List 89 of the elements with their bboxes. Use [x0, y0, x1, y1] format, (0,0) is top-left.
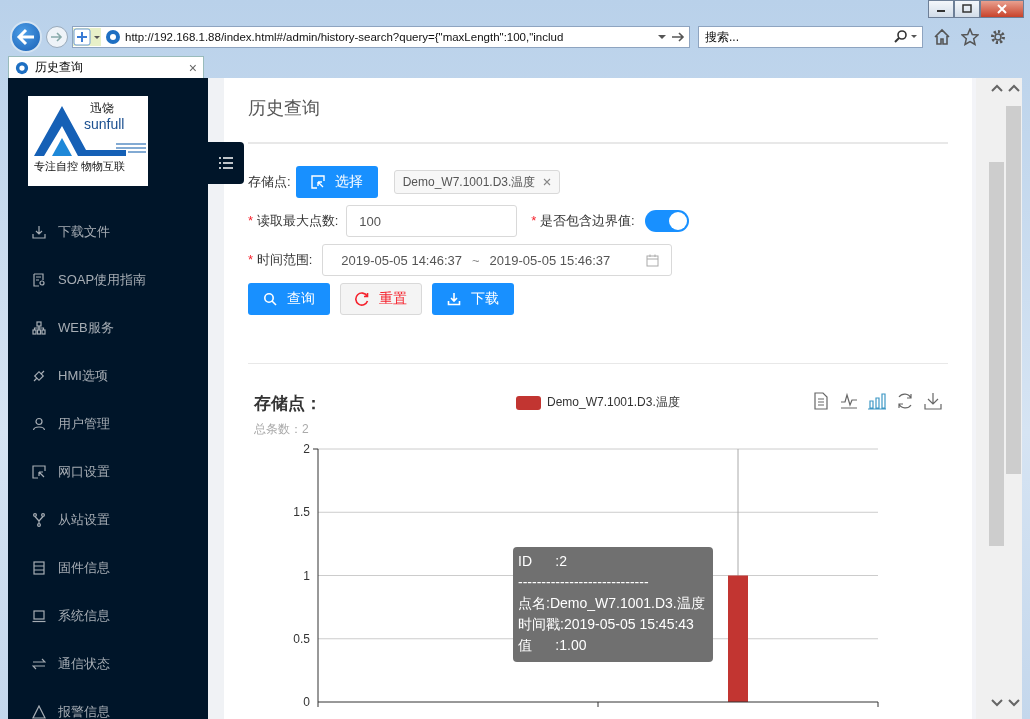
axis-tick-label: 0.5 — [293, 631, 310, 646]
sidebar-item[interactable]: 系统信息 — [8, 592, 208, 640]
forward-arrow-icon — [50, 31, 64, 43]
url-text: http://192.168.1.88/index.html#/admin/history-search?query={"maxLength":100,"includ — [125, 31, 565, 43]
user-icon — [32, 417, 46, 431]
close-button[interactable] — [980, 0, 1024, 18]
maximize-button[interactable] — [954, 0, 980, 18]
save-icon[interactable] — [924, 392, 942, 410]
select-icon — [32, 465, 46, 479]
tab-title: 历史查询 — [35, 59, 84, 76]
date-range-field[interactable]: 2019-05-05 14:46:37 ~ 2019-05-05 15:46:37 — [322, 244, 673, 276]
server-icon — [32, 561, 46, 575]
download-icon — [32, 225, 46, 239]
calendar-icon — [646, 253, 660, 267]
point-tag: Demo_W7.1001.D3.温度 — [393, 170, 561, 194]
line-icon[interactable] — [840, 392, 858, 410]
fork-icon — [32, 513, 46, 527]
network-icon — [32, 321, 46, 335]
axis-tick-label: 2 — [303, 442, 310, 456]
sidebar-item[interactable]: 固件信息 — [8, 544, 208, 592]
download-icon — [447, 292, 461, 306]
menu-toggle-button[interactable] — [208, 142, 244, 184]
search-field[interactable]: 搜索... — [698, 26, 923, 48]
settings-icon[interactable] — [989, 28, 1007, 46]
select-icon — [310, 175, 325, 189]
scroll-down-icon[interactable] — [990, 699, 1003, 707]
reset-icon — [355, 292, 369, 306]
tooltip-line: 值 :1.00 — [518, 636, 587, 655]
logo-slogan: 专注自控 物物互联 — [34, 159, 126, 174]
tooltip-line: ---------------------------- — [518, 573, 649, 592]
field-label: * 读取最大点数: — [248, 212, 339, 230]
bar-icon[interactable] — [868, 392, 886, 410]
shield-icon — [73, 28, 101, 46]
logo-text: 迅饶 — [90, 100, 114, 117]
axis-tick-label: 0 — [303, 695, 310, 709]
browser-logo-icon — [105, 29, 121, 45]
toggle-switch[interactable] — [644, 210, 689, 232]
tooltip-line: 点名:Demo_W7.1001.D3.温度 — [518, 594, 705, 613]
dropdown-caret-icon[interactable] — [657, 33, 667, 41]
swap-icon — [32, 657, 46, 671]
minimize-button[interactable] — [928, 0, 954, 18]
browser-tab[interactable]: 历史查询 × — [8, 56, 204, 78]
data-view-icon[interactable] — [812, 392, 830, 410]
legend-item[interactable]: Demo_W7.1001.D3.温度 — [516, 394, 680, 411]
laptop-icon — [32, 609, 46, 623]
alert-icon — [32, 705, 46, 719]
axis-tick-label: 1 — [303, 568, 310, 583]
scroll-up-icon[interactable] — [990, 84, 1003, 92]
sidebar-item[interactable]: HMI选项 — [8, 352, 208, 400]
back-button[interactable] — [10, 21, 42, 53]
page-title: 历史查询 — [248, 97, 321, 120]
home-icon[interactable] — [933, 28, 951, 46]
chart-subtitle: 总条数：2 — [254, 421, 310, 438]
back-arrow-icon — [16, 28, 36, 46]
tab-close-button[interactable]: × — [188, 59, 197, 76]
field-label: * 是否包含边界值: — [531, 212, 635, 230]
restore-icon[interactable] — [896, 392, 914, 410]
tooltip-line: ID :2 — [518, 552, 567, 571]
field-label: 存储点: — [248, 173, 291, 191]
star-icon[interactable] — [961, 28, 979, 46]
close-icon — [996, 4, 1008, 14]
search-icon[interactable] — [893, 30, 919, 44]
logo-text: sunfull — [84, 116, 125, 132]
field-label: * 时间范围: — [248, 251, 313, 269]
sidebar-item[interactable]: 报警信息 — [8, 688, 208, 719]
max-points-input[interactable]: 100 — [346, 205, 518, 237]
menu-icon — [219, 157, 233, 169]
logo-mark-icon — [34, 104, 146, 156]
sidebar-item[interactable]: 用户管理 — [8, 400, 208, 448]
scroll-up-icon[interactable] — [1007, 84, 1020, 92]
sidebar-item[interactable]: 网口设置 — [8, 448, 208, 496]
sidebar-item[interactable]: SOAP使用指南 — [8, 256, 208, 304]
browser-logo-icon — [15, 60, 29, 75]
scroll-down-icon[interactable] — [1007, 699, 1020, 707]
chart-title: 存储点： — [254, 393, 323, 415]
address-bar[interactable]: http://192.168.1.88/index.html#/admin/history-search?query={"maxLength":100,"includ — [72, 26, 690, 48]
plug-icon — [32, 369, 46, 383]
reset-button[interactable]: 重置 — [340, 283, 422, 315]
sidebar-item[interactable]: WEB服务 — [8, 304, 208, 352]
sidebar-item[interactable]: 通信状态 — [8, 640, 208, 688]
close-icon[interactable] — [543, 178, 552, 186]
doc-icon — [32, 273, 46, 287]
sidebar-item[interactable]: 下载文件 — [8, 208, 208, 256]
axis-tick-label: 1.5 — [293, 505, 310, 520]
search-icon — [263, 292, 277, 306]
sidebar-item[interactable]: 从站设置 — [8, 496, 208, 544]
tooltip-line: 时间戳:2019-05-05 15:45:43 — [518, 615, 694, 634]
go-arrow-icon[interactable] — [671, 31, 685, 43]
maximize-icon — [961, 4, 973, 14]
